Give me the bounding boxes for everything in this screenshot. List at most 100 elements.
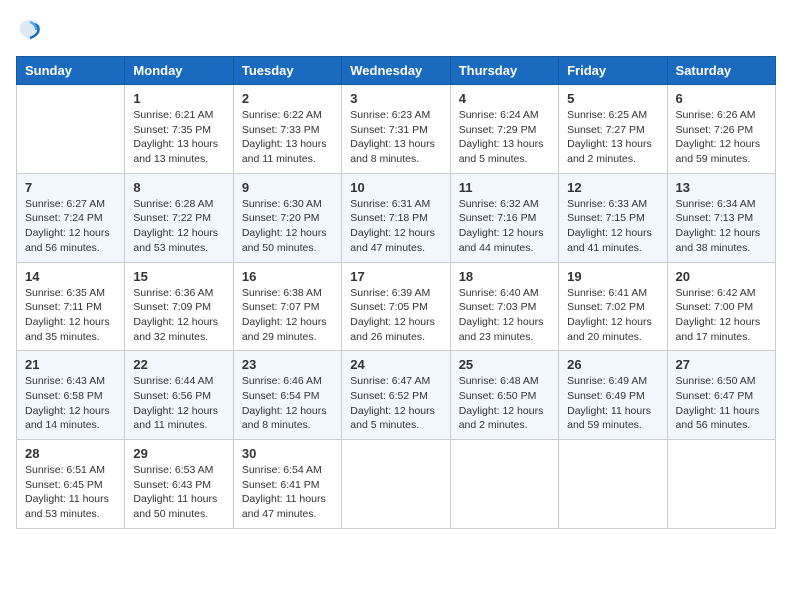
day-info: Sunrise: 6:50 AMSunset: 6:47 PMDaylight:… [676, 374, 767, 433]
day-info: Sunrise: 6:41 AMSunset: 7:02 PMDaylight:… [567, 286, 658, 345]
week-row-1: 1 Sunrise: 6:21 AMSunset: 7:35 PMDaylight… [17, 85, 776, 174]
day-cell: 3 Sunrise: 6:23 AMSunset: 7:31 PMDaylight… [342, 85, 450, 174]
day-cell: 21 Sunrise: 6:43 AMSunset: 6:58 PMDayligh… [17, 351, 125, 440]
day-info: Sunrise: 6:47 AMSunset: 6:52 PMDaylight:… [350, 374, 441, 433]
day-cell: 13Sunrise: 6:34 AMSunset: 7:13 PMDayligh… [667, 173, 775, 262]
day-number: 26 [567, 357, 658, 372]
day-info: Sunrise: 6:28 AMSunset: 7:22 PMDaylight:… [133, 197, 224, 256]
day-number: 30 [242, 446, 333, 461]
day-number: 8 [133, 180, 224, 195]
day-info: Sunrise: 6:26 AMSunset: 7:26 PMDaylight:… [676, 108, 767, 167]
weekday-header-row: SundayMondayTuesdayWednesdayThursdayFrid… [17, 57, 776, 85]
day-cell: 8 Sunrise: 6:28 AMSunset: 7:22 PMDaylight… [125, 173, 233, 262]
day-info: Sunrise: 6:48 AMSunset: 6:50 PMDaylight:… [459, 374, 550, 433]
weekday-header-tuesday: Tuesday [233, 57, 341, 85]
day-number: 25 [459, 357, 550, 372]
day-cell: 16 Sunrise: 6:38 AMSunset: 7:07 PMDayligh… [233, 262, 341, 351]
day-cell: 2 Sunrise: 6:22 AMSunset: 7:33 PMDaylight… [233, 85, 341, 174]
day-number: 16 [242, 269, 333, 284]
day-number: 11 [459, 180, 550, 195]
day-number: 2 [242, 91, 333, 106]
weekday-header-saturday: Saturday [667, 57, 775, 85]
day-cell: 14 Sunrise: 6:35 AMSunset: 7:11 PMDayligh… [17, 262, 125, 351]
day-cell: 20 Sunrise: 6:42 AMSunset: 7:00 PMDayligh… [667, 262, 775, 351]
day-cell: 22Sunrise: 6:44 AMSunset: 6:56 PMDayligh… [125, 351, 233, 440]
day-info: Sunrise: 6:43 AMSunset: 6:58 PMDaylight:… [25, 374, 116, 433]
day-cell [17, 85, 125, 174]
day-info: Sunrise: 6:54 AMSunset: 6:41 PMDaylight:… [242, 463, 333, 522]
day-info: Sunrise: 6:24 AMSunset: 7:29 PMDaylight:… [459, 108, 550, 167]
day-cell: 19 Sunrise: 6:41 AMSunset: 7:02 PMDayligh… [559, 262, 667, 351]
day-number: 1 [133, 91, 224, 106]
day-cell: 1 Sunrise: 6:21 AMSunset: 7:35 PMDaylight… [125, 85, 233, 174]
weekday-header-monday: Monday [125, 57, 233, 85]
logo-icon [16, 16, 44, 44]
day-cell: 29 Sunrise: 6:53 AMSunset: 6:43 PMDayligh… [125, 440, 233, 529]
day-cell: 30 Sunrise: 6:54 AMSunset: 6:41 PMDayligh… [233, 440, 341, 529]
day-cell: 25 Sunrise: 6:48 AMSunset: 6:50 PMDayligh… [450, 351, 558, 440]
day-info: Sunrise: 6:21 AMSunset: 7:35 PMDaylight:… [133, 108, 224, 167]
day-info: Sunrise: 6:38 AMSunset: 7:07 PMDaylight:… [242, 286, 333, 345]
week-row-2: 7 Sunrise: 6:27 AMSunset: 7:24 PMDaylight… [17, 173, 776, 262]
day-number: 12 [567, 180, 658, 195]
day-info: Sunrise: 6:32 AMSunset: 7:16 PMDaylight:… [459, 197, 550, 256]
day-info: Sunrise: 6:35 AMSunset: 7:11 PMDaylight:… [25, 286, 116, 345]
logo [16, 16, 48, 44]
day-cell [342, 440, 450, 529]
page-header [16, 16, 776, 44]
day-number: 22 [133, 357, 224, 372]
day-number: 20 [676, 269, 767, 284]
day-number: 10 [350, 180, 441, 195]
day-cell: 27 Sunrise: 6:50 AMSunset: 6:47 PMDayligh… [667, 351, 775, 440]
day-info: Sunrise: 6:33 AMSunset: 7:15 PMDaylight:… [567, 197, 658, 256]
weekday-header-friday: Friday [559, 57, 667, 85]
day-cell: 11 Sunrise: 6:32 AMSunset: 7:16 PMDayligh… [450, 173, 558, 262]
day-number: 9 [242, 180, 333, 195]
day-number: 17 [350, 269, 441, 284]
day-number: 27 [676, 357, 767, 372]
day-cell [667, 440, 775, 529]
calendar-table: SundayMondayTuesdayWednesdayThursdayFrid… [16, 56, 776, 529]
weekday-header-sunday: Sunday [17, 57, 125, 85]
day-number: 21 [25, 357, 116, 372]
day-info: Sunrise: 6:30 AMSunset: 7:20 PMDaylight:… [242, 197, 333, 256]
day-number: 23 [242, 357, 333, 372]
day-cell [450, 440, 558, 529]
day-number: 4 [459, 91, 550, 106]
day-number: 24 [350, 357, 441, 372]
day-number: 5 [567, 91, 658, 106]
day-info: Sunrise: 6:31 AMSunset: 7:18 PMDaylight:… [350, 197, 441, 256]
day-cell: 15 Sunrise: 6:36 AMSunset: 7:09 PMDayligh… [125, 262, 233, 351]
week-row-3: 14 Sunrise: 6:35 AMSunset: 7:11 PMDayligh… [17, 262, 776, 351]
day-number: 7 [25, 180, 116, 195]
day-number: 6 [676, 91, 767, 106]
day-cell: 6 Sunrise: 6:26 AMSunset: 7:26 PMDaylight… [667, 85, 775, 174]
day-info: Sunrise: 6:34 AMSunset: 7:13 PMDaylight:… [676, 197, 767, 256]
day-cell: 23Sunrise: 6:46 AMSunset: 6:54 PMDayligh… [233, 351, 341, 440]
day-number: 29 [133, 446, 224, 461]
day-info: Sunrise: 6:22 AMSunset: 7:33 PMDaylight:… [242, 108, 333, 167]
day-info: Sunrise: 6:36 AMSunset: 7:09 PMDaylight:… [133, 286, 224, 345]
weekday-header-wednesday: Wednesday [342, 57, 450, 85]
day-number: 15 [133, 269, 224, 284]
week-row-4: 21 Sunrise: 6:43 AMSunset: 6:58 PMDayligh… [17, 351, 776, 440]
week-row-5: 28Sunrise: 6:51 AMSunset: 6:45 PMDayligh… [17, 440, 776, 529]
day-cell: 17Sunrise: 6:39 AMSunset: 7:05 PMDayligh… [342, 262, 450, 351]
day-number: 3 [350, 91, 441, 106]
day-number: 19 [567, 269, 658, 284]
day-number: 14 [25, 269, 116, 284]
day-number: 18 [459, 269, 550, 284]
day-cell: 9 Sunrise: 6:30 AMSunset: 7:20 PMDaylight… [233, 173, 341, 262]
day-info: Sunrise: 6:27 AMSunset: 7:24 PMDaylight:… [25, 197, 116, 256]
day-info: Sunrise: 6:25 AMSunset: 7:27 PMDaylight:… [567, 108, 658, 167]
day-cell: 4 Sunrise: 6:24 AMSunset: 7:29 PMDaylight… [450, 85, 558, 174]
day-number: 28 [25, 446, 116, 461]
day-cell: 10 Sunrise: 6:31 AMSunset: 7:18 PMDayligh… [342, 173, 450, 262]
day-cell: 7 Sunrise: 6:27 AMSunset: 7:24 PMDaylight… [17, 173, 125, 262]
day-cell [559, 440, 667, 529]
day-info: Sunrise: 6:49 AMSunset: 6:49 PMDaylight:… [567, 374, 658, 433]
day-cell: 24 Sunrise: 6:47 AMSunset: 6:52 PMDayligh… [342, 351, 450, 440]
day-info: Sunrise: 6:23 AMSunset: 7:31 PMDaylight:… [350, 108, 441, 167]
day-info: Sunrise: 6:42 AMSunset: 7:00 PMDaylight:… [676, 286, 767, 345]
day-info: Sunrise: 6:53 AMSunset: 6:43 PMDaylight:… [133, 463, 224, 522]
